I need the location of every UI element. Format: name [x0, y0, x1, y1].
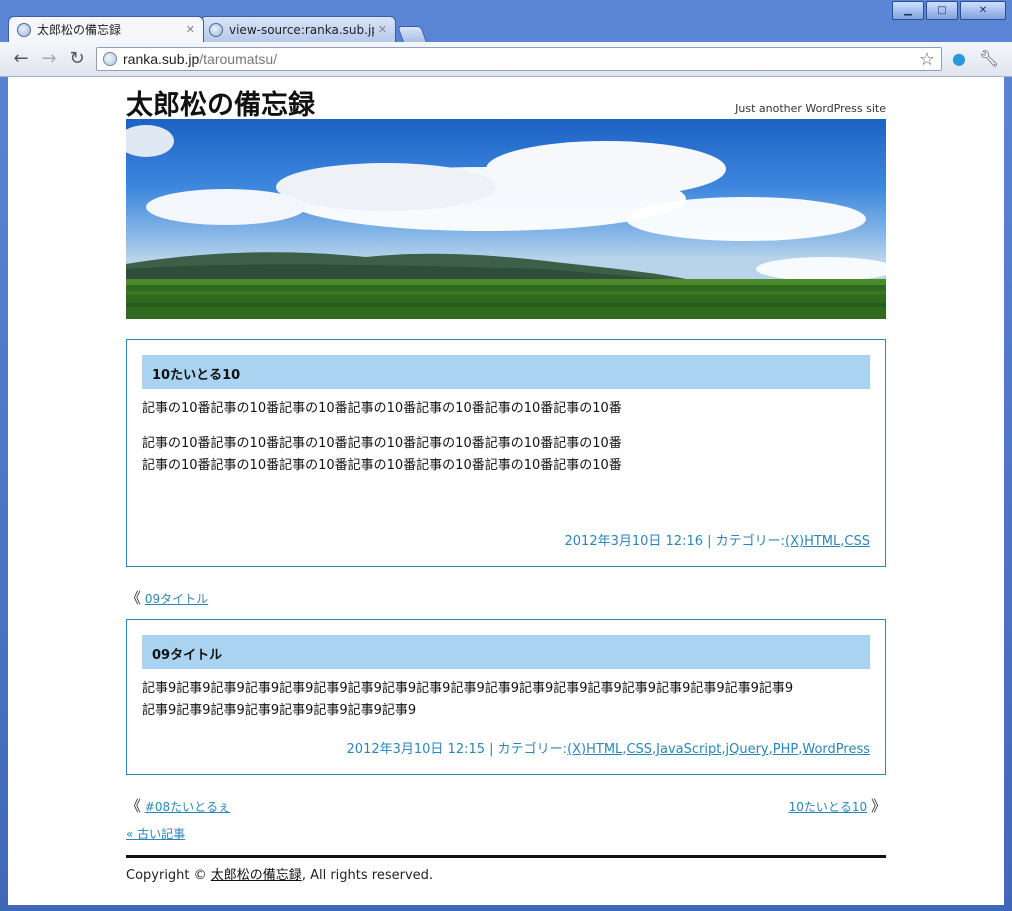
page-viewport: 太郎松の備忘録 Just another WordPress site 10たい…: [8, 77, 1004, 905]
footer-copyright: Copyright © 太郎松の備忘録, All rights reserved…: [126, 864, 433, 883]
tab-active[interactable]: 太郎松の備忘録 ✕: [8, 16, 204, 42]
site-title[interactable]: 太郎松の備忘録: [126, 83, 315, 122]
post-meta: 2012年3月10日 12:16 | カテゴリー:(X)HTML,CSS: [564, 534, 871, 549]
prev-post-nav: 《 09タイトル: [126, 587, 208, 608]
category-link[interactable]: JavaScript: [656, 742, 721, 757]
back-arrow-icon[interactable]: ←: [10, 48, 32, 70]
post-date: 2012年3月10日 12:16 | カテゴリー:: [564, 534, 786, 549]
tab-close-icon[interactable]: ✕: [186, 23, 195, 36]
header-image: [126, 119, 886, 319]
footer-divider: [126, 855, 886, 858]
double-right-arrow-icon: 》: [870, 797, 886, 815]
post-article: 09タイトル 記事9記事9記事9記事9記事9記事9記事9記事9記事9記事9記事9…: [126, 619, 886, 775]
globe-icon: [103, 52, 117, 66]
post-body: 記事9記事9記事9記事9記事9記事9記事9記事9記事9記事9記事9記事9記事9記…: [142, 678, 793, 722]
url-text: ranka.sub.jp/taroumatsu/: [123, 51, 278, 67]
category-link[interactable]: CSS: [626, 742, 652, 757]
older-posts-nav: « 古い記事: [126, 825, 185, 842]
post-meta: 2012年3月10日 12:15 | カテゴリー:(X)HTML,CSS,Jav…: [346, 742, 870, 757]
post-title-bar: 10たいとる10: [142, 355, 870, 389]
post-title-bar: 09タイトル: [142, 635, 870, 669]
category-link[interactable]: PHP: [773, 742, 798, 757]
post-title[interactable]: 10たいとる10: [152, 364, 240, 383]
next-post-nav: 10たいとる10 》: [789, 795, 886, 816]
browser-toolbar: ← → ↻ ranka.sub.jp/taroumatsu/ ☆ ● 🔧︎: [0, 42, 1012, 77]
post-paragraph: 記事の10番記事の10番記事の10番記事の10番記事の10番記事の10番記事の1…: [142, 436, 622, 451]
post-article: 10たいとる10 記事の10番記事の10番記事の10番記事の10番記事の10番記…: [126, 339, 886, 567]
skype-extension-icon[interactable]: ●: [948, 48, 970, 70]
post-paragraph: 記事の10番記事の10番記事の10番記事の10番記事の10番記事の10番記事の1…: [142, 458, 622, 473]
browser-window: ▁ □ ✕ 太郎松の備忘録 ✕ view-source:ranka.sub.jp…: [0, 0, 1012, 911]
older-posts-link[interactable]: « 古い記事: [126, 827, 185, 841]
copyright-prefix: Copyright ©: [126, 868, 211, 883]
post-paragraph: 記事9記事9記事9記事9記事9記事9記事9記事9記事9記事9記事9記事9記事9記…: [142, 681, 794, 696]
tab-close-icon[interactable]: ✕: [378, 23, 387, 36]
next-post-link[interactable]: 10たいとる10: [789, 800, 868, 814]
prev-post-nav: 《 #08たいとるぇ: [126, 795, 230, 816]
window-controls: ▁ □ ✕: [892, 1, 1006, 20]
reload-icon[interactable]: ↻: [66, 48, 88, 70]
forward-arrow-icon[interactable]: →: [38, 48, 60, 70]
address-bar[interactable]: ranka.sub.jp/taroumatsu/ ☆: [96, 47, 942, 71]
close-button[interactable]: ✕: [960, 1, 1006, 20]
tab-label: view-source:ranka.sub.jp/tar: [229, 22, 374, 37]
tab-strip: 太郎松の備忘録 ✕ view-source:ranka.sub.jp/tar ✕: [8, 15, 427, 42]
double-left-arrow-icon: 《: [126, 589, 142, 607]
title-bar: ▁ □ ✕ 太郎松の備忘録 ✕ view-source:ranka.sub.jp…: [0, 0, 1012, 42]
category-link[interactable]: jQuery: [725, 742, 768, 757]
tab-view-source[interactable]: view-source:ranka.sub.jp/tar ✕: [200, 16, 396, 42]
prev-post-link[interactable]: #08たいとるぇ: [145, 800, 230, 814]
maximize-button[interactable]: □: [926, 1, 958, 20]
double-left-arrow-icon: 《: [126, 797, 142, 815]
globe-icon: [209, 22, 223, 37]
post-date: 2012年3月10日 12:15 | カテゴリー:: [346, 742, 568, 757]
site-description: Just another WordPress site: [735, 102, 886, 115]
post-paragraph: 記事の10番記事の10番記事の10番記事の10番記事の10番記事の10番記事の1…: [142, 401, 622, 416]
globe-icon: [17, 22, 31, 37]
landscape-illustration: [126, 125, 886, 319]
prev-post-link[interactable]: 09タイトル: [145, 592, 208, 606]
category-link[interactable]: (X)HTML: [567, 742, 622, 757]
tab-label: 太郎松の備忘録: [37, 23, 122, 37]
minimize-button[interactable]: ▁: [892, 1, 924, 20]
footer-site-link[interactable]: 太郎松の備忘録: [211, 868, 302, 883]
post-title[interactable]: 09タイトル: [152, 644, 222, 663]
category-link[interactable]: WordPress: [802, 742, 870, 757]
wrench-icon[interactable]: 🔧︎: [978, 48, 1000, 70]
post-paragraph: 記事9記事9記事9記事9記事9記事9記事9記事9: [142, 703, 417, 718]
post-body: 記事の10番記事の10番記事の10番記事の10番記事の10番記事の10番記事の1…: [142, 398, 622, 477]
category-link[interactable]: (X)HTML: [785, 534, 840, 549]
new-tab-button[interactable]: [397, 26, 427, 42]
category-link[interactable]: CSS: [844, 534, 870, 549]
copyright-suffix: , All rights reserved.: [301, 868, 434, 883]
bookmark-star-icon[interactable]: ☆: [919, 49, 935, 70]
